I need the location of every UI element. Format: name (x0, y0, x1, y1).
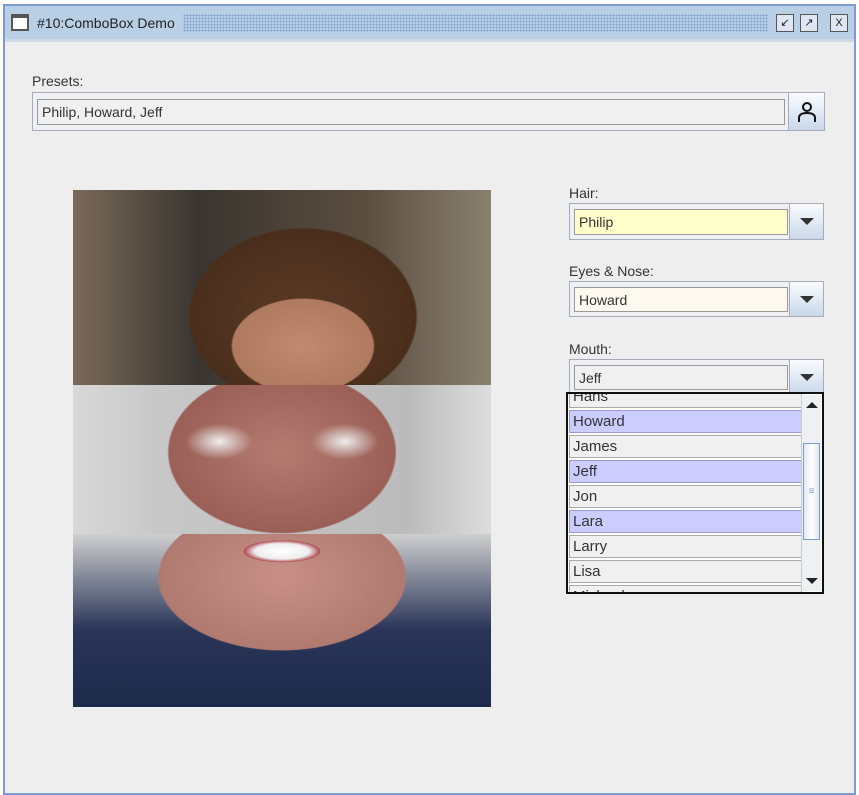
list-item[interactable]: Lisa (569, 560, 802, 583)
eyes-dropdown-button[interactable] (789, 282, 823, 316)
title-drag-area[interactable] (182, 13, 768, 32)
list-item[interactable]: Michael (569, 585, 802, 592)
close-button[interactable]: X (830, 13, 848, 32)
presets-field[interactable]: Philip, Howard, Jeff (37, 99, 785, 125)
hair-label: Hair: (569, 185, 599, 201)
presets-combo[interactable]: Philip, Howard, Jeff (32, 92, 825, 131)
mouth-label: Mouth: (569, 341, 612, 357)
mouth-field[interactable]: Jeff (574, 365, 788, 390)
face-hair-strip (73, 190, 491, 385)
eyes-field[interactable]: Howard (574, 287, 788, 312)
scrollbar-thumb[interactable]: ≡ (803, 443, 820, 540)
list-item[interactable]: Jeff (569, 460, 802, 483)
list-item[interactable]: Jon (569, 485, 802, 508)
chevron-down-icon (799, 295, 814, 303)
iconify-button[interactable]: ↙ (776, 13, 794, 32)
chevron-down-icon (799, 373, 814, 381)
hair-dropdown-button[interactable] (789, 204, 823, 239)
eyes-label: Eyes & Nose: (569, 263, 654, 279)
hair-field[interactable]: Philip (574, 209, 788, 235)
face-mouth-strip (73, 534, 491, 707)
list-item[interactable]: Howard (569, 410, 802, 433)
mouth-dropdown-list[interactable]: Michael LisaLarryLaraJonJeffJamesHoward Ha… (566, 392, 824, 594)
maximize-button[interactable]: ↗ (800, 13, 818, 32)
window-title: #10:ComboBox Demo (37, 14, 175, 31)
chevron-down-icon (799, 218, 814, 225)
mouth-dropdown-button[interactable] (789, 360, 823, 394)
list-item[interactable]: James (569, 435, 802, 458)
eyes-combo[interactable]: Howard (569, 281, 824, 317)
list-item[interactable]: Lara (569, 510, 802, 533)
presets-label: Presets: (32, 73, 84, 89)
face-eyes-strip (73, 385, 491, 534)
list-item[interactable]: Larry (569, 535, 802, 558)
scroll-down-button[interactable] (802, 571, 821, 591)
mouth-combo[interactable]: Jeff (569, 359, 824, 395)
presets-button[interactable] (788, 93, 824, 130)
scroll-up-button[interactable] (802, 395, 821, 415)
scrollbar[interactable]: ≡ (801, 395, 821, 591)
window-icon (11, 14, 29, 31)
title-bar[interactable]: #10:ComboBox Demo ↙ ↗ X (5, 6, 854, 42)
person-icon (797, 101, 816, 122)
hair-combo[interactable]: Philip (569, 203, 824, 240)
list-item[interactable]: Hans (569, 394, 802, 408)
